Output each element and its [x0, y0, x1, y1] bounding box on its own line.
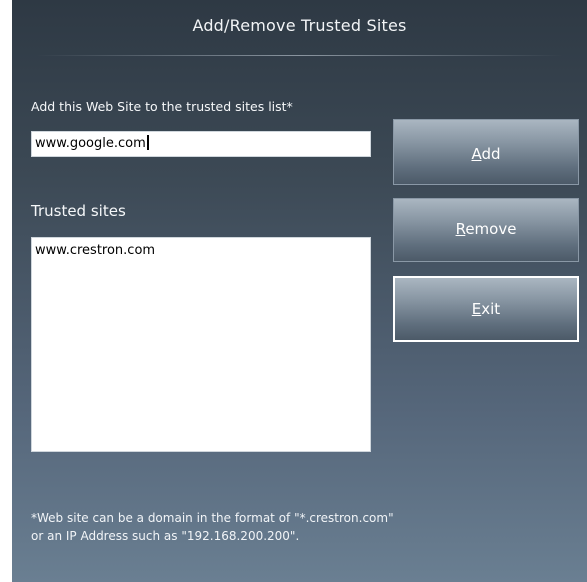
exit-label-rest: xit [481, 300, 501, 318]
website-input-value: www.google.com [35, 136, 146, 151]
footnote-line-1: *Web site can be a domain in the format … [31, 511, 394, 525]
format-footnote: *Web site can be a domain in the format … [31, 509, 394, 545]
footnote-line-2: or an IP Address such as "192.168.200.20… [31, 529, 300, 543]
trusted-sites-list[interactable]: www.crestron.com [31, 237, 371, 452]
remove-button[interactable]: Remove [393, 198, 579, 262]
add-mnemonic: A [471, 145, 482, 163]
add-button[interactable]: Add [393, 119, 579, 185]
exit-button[interactable]: Exit [393, 276, 579, 342]
text-caret [146, 135, 149, 150]
exit-mnemonic: E [471, 300, 482, 318]
trusted-sites-dialog: Add/Remove Trusted Sites Add this Web Si… [12, 0, 587, 582]
title-divider [36, 55, 563, 56]
remove-label-rest: emove [465, 220, 517, 238]
website-input[interactable]: www.google.com [31, 131, 371, 157]
list-item[interactable]: www.crestron.com [35, 242, 367, 259]
trusted-sites-label: Trusted sites [31, 202, 126, 220]
add-label-rest: dd [481, 145, 501, 163]
dialog-title: Add/Remove Trusted Sites [192, 16, 407, 35]
remove-mnemonic: R [455, 220, 466, 238]
add-site-label: Add this Web Site to the trusted sites l… [31, 99, 293, 114]
